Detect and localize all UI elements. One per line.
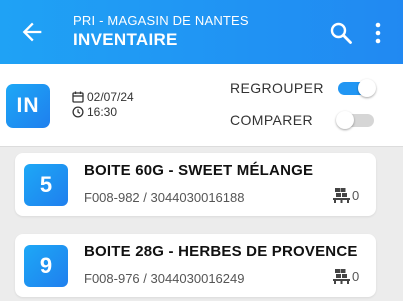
toggle-knob: [336, 111, 354, 129]
comparer-toggle[interactable]: [336, 111, 376, 129]
calendar-icon: [72, 91, 84, 103]
clock-icon: [72, 105, 84, 118]
item-stock: 0: [333, 268, 359, 284]
item-number-badge: 9: [24, 245, 68, 287]
inventory-header: IN 02/07/24 16:30 REGROUPER COMPARER: [0, 64, 403, 147]
item-name: BOITE 28G - HERBES DE PROVENCE: [84, 243, 358, 260]
pallet-icon: [333, 269, 350, 284]
inventory-item-card[interactable]: 5 BOITE 60G - SWEET MÉLANGE F008-982 / 3…: [15, 153, 376, 216]
app-bar-titles: PRI - MAGASIN DE NANTES INVENTAIRE: [73, 13, 249, 51]
item-quantity: 0: [352, 187, 360, 203]
item-code: F008-982 / 3044030016188: [84, 190, 245, 205]
toggle-knob: [358, 79, 376, 97]
inventory-time: 16:30: [87, 104, 118, 119]
item-number-badge: 5: [24, 164, 68, 206]
page-title: INVENTAIRE: [73, 30, 178, 49]
back-arrow-icon[interactable]: [18, 18, 46, 46]
regrouper-toggle[interactable]: [336, 79, 376, 97]
item-name: BOITE 60G - SWEET MÉLANGE: [84, 162, 314, 179]
more-vert-icon[interactable]: [372, 21, 384, 45]
inventory-meta: 02/07/24 16:30: [72, 89, 134, 119]
item-quantity: 0: [352, 268, 360, 284]
time-row: 16:30: [72, 104, 134, 119]
comparer-label: COMPARER: [230, 112, 314, 128]
app-bar: PRI - MAGASIN DE NANTES INVENTAIRE: [0, 0, 403, 64]
regrouper-label: REGROUPER: [230, 80, 324, 96]
store-subtitle: PRI - MAGASIN DE NANTES: [73, 13, 249, 28]
inventory-item-card[interactable]: 9 BOITE 28G - HERBES DE PROVENCE F008-97…: [15, 234, 376, 297]
search-icon[interactable]: [329, 21, 353, 45]
item-code: F008-976 / 3044030016249: [84, 271, 245, 286]
inventory-date: 02/07/24: [87, 89, 134, 104]
pallet-icon: [333, 188, 350, 203]
item-stock: 0: [333, 187, 359, 203]
inventory-badge: IN: [6, 84, 50, 128]
date-row: 02/07/24: [72, 89, 134, 104]
